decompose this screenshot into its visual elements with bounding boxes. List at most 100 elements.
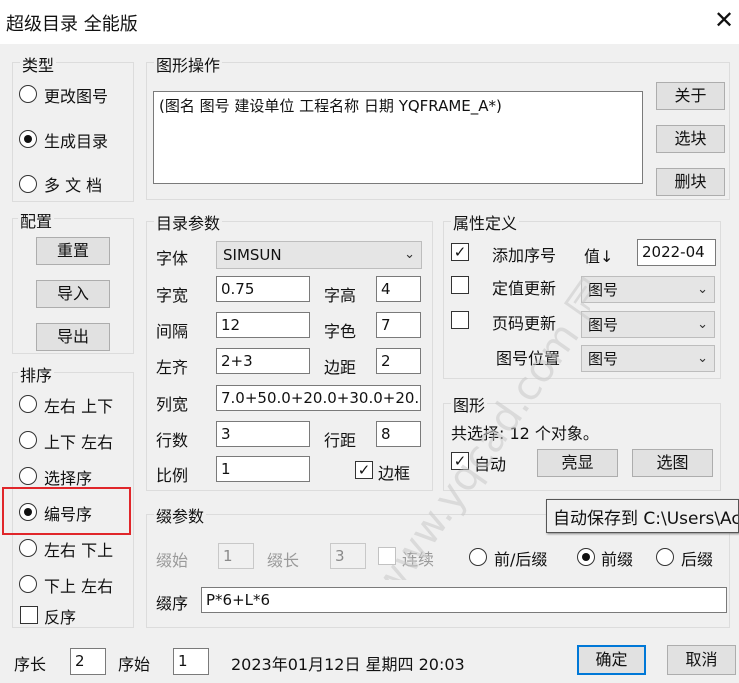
fixed-update-select[interactable]: 图号 ⌄: [581, 276, 715, 303]
left-align-label: 左齐: [156, 358, 189, 377]
add-seq-checkbox[interactable]: ✓: [451, 243, 469, 261]
column-width-input[interactable]: 7.0+50.0+20.0+30.0+20.0: [216, 385, 421, 411]
catalog-params-label: 目录参数: [154, 210, 223, 234]
datetime-text: 2023年01月12日 星期四 20:03: [231, 655, 465, 674]
reset-button[interactable]: 重置: [36, 237, 110, 265]
level-start-input[interactable]: 1: [218, 543, 254, 569]
select-drawing-button[interactable]: 选图: [632, 449, 713, 477]
border-label: 边框: [378, 464, 411, 483]
level-radio-0[interactable]: [469, 548, 487, 566]
continuous-checkbox[interactable]: [378, 547, 396, 565]
level-seq-input[interactable]: P*6+L*6: [201, 587, 727, 613]
level-option-label: 前缀: [601, 550, 634, 569]
gap-input[interactable]: 12: [216, 312, 310, 338]
chevron-down-icon: ⌄: [404, 247, 415, 262]
highlight-button[interactable]: 亮显: [537, 449, 618, 477]
add-seq-label: 添加序号: [492, 246, 557, 265]
close-icon[interactable]: ✕: [712, 8, 736, 32]
reverse-label: 反序: [44, 608, 77, 627]
text-color-input[interactable]: 7: [376, 312, 421, 338]
char-height-label: 字高: [324, 286, 357, 305]
margin-input[interactable]: 2: [376, 348, 421, 374]
cancel-button[interactable]: 取消: [667, 645, 736, 675]
drawing-pos-select[interactable]: 图号 ⌄: [581, 345, 715, 372]
import-button[interactable]: 导入: [36, 280, 110, 308]
rows-input[interactable]: 3: [216, 421, 310, 447]
config-group-label: 配置: [18, 208, 55, 232]
char-width-input[interactable]: 0.75: [216, 276, 310, 302]
sort-radio-1[interactable]: [19, 431, 37, 449]
type-group-label: 类型: [20, 52, 57, 76]
font-select[interactable]: SIMSUN ⌄: [216, 241, 422, 269]
block-filter-textarea[interactable]: (图名 图号 建设单位 工程名称 日期 YQFRAME_A*): [153, 91, 643, 184]
type-option-label: 更改图号: [44, 87, 109, 106]
sort-option-label: 下上 左右: [44, 577, 114, 596]
char-width-label: 字宽: [156, 286, 189, 305]
sort-radio-0[interactable]: [19, 395, 37, 413]
value-label: 值↓: [584, 247, 614, 266]
level-radio-2[interactable]: [656, 548, 674, 566]
drawing-pos-label: 图号位置: [496, 349, 561, 368]
highlight-box: [2, 487, 131, 535]
text-color-label: 字色: [324, 322, 357, 341]
scale-label: 比例: [156, 466, 189, 485]
font-select-value: SIMSUN: [223, 246, 282, 264]
delete-block-button[interactable]: 删块: [656, 168, 725, 196]
level-radio-1[interactable]: [577, 548, 595, 566]
page-update-checkbox[interactable]: [451, 311, 469, 329]
page-update-select[interactable]: 图号 ⌄: [581, 311, 715, 338]
fixed-update-checkbox[interactable]: [451, 276, 469, 294]
row-spacing-label: 行距: [324, 431, 357, 450]
sort-radio-2[interactable]: [19, 467, 37, 485]
reverse-checkbox[interactable]: [20, 606, 38, 624]
attr-def-label: 属性定义: [451, 210, 520, 234]
type-radio-2[interactable]: [19, 175, 37, 193]
level-option-label: 前/后缀: [494, 550, 548, 569]
graphic-group: [443, 403, 721, 491]
level-length-input[interactable]: 3: [330, 543, 366, 569]
column-width-label: 列宽: [156, 395, 189, 414]
value-input[interactable]: 2022-04: [637, 239, 716, 266]
margin-label: 边距: [324, 358, 357, 377]
drawing-pos-value: 图号: [588, 350, 619, 368]
fixed-update-label: 定值更新: [492, 279, 557, 298]
page-update-label: 页码更新: [492, 314, 557, 333]
type-radio-1[interactable]: [19, 130, 37, 148]
auto-checkbox[interactable]: ✓: [451, 452, 469, 470]
seq-start-input[interactable]: 1: [173, 648, 209, 675]
char-height-input[interactable]: 4: [376, 276, 421, 302]
chevron-down-icon: ⌄: [697, 351, 708, 366]
left-align-input[interactable]: 2+3: [216, 348, 310, 374]
rows-label: 行数: [156, 431, 189, 450]
seq-length-label: 序长: [14, 655, 47, 674]
level-params-label: 缀参数: [154, 503, 207, 527]
shape-ops-label: 图形操作: [154, 52, 223, 76]
export-button[interactable]: 导出: [36, 323, 110, 351]
border-checkbox[interactable]: ✓: [355, 461, 373, 479]
level-option-label: 后缀: [681, 550, 714, 569]
page-update-value: 图号: [588, 316, 619, 334]
row-spacing-input[interactable]: 8: [376, 421, 421, 447]
sort-option-label: 上下 左右: [44, 433, 114, 452]
sort-option-label: 左右 上下: [44, 397, 114, 416]
fixed-update-value: 图号: [588, 281, 619, 299]
sort-radio-4[interactable]: [19, 539, 37, 557]
chevron-down-icon: ⌄: [697, 317, 708, 332]
level-start-label: 缀始: [156, 551, 189, 570]
select-block-button[interactable]: 选块: [656, 125, 725, 153]
type-option-label: 生成目录: [44, 132, 109, 151]
graphic-label: 图形: [451, 392, 488, 416]
ok-button[interactable]: 确定: [577, 645, 646, 675]
autosave-tooltip: 自动保存到 C:\Users\Ac: [546, 499, 739, 533]
auto-label: 自动: [474, 455, 507, 474]
scale-input[interactable]: 1: [216, 456, 310, 482]
window-title: 超级目录 全能版: [6, 14, 138, 35]
continuous-label: 连续: [402, 550, 435, 569]
about-button[interactable]: 关于: [656, 82, 725, 110]
level-length-label: 缀长: [267, 551, 300, 570]
seq-length-input[interactable]: 2: [70, 648, 106, 675]
chevron-down-icon: ⌄: [697, 282, 708, 297]
type-radio-0[interactable]: [19, 85, 37, 103]
sort-radio-5[interactable]: [19, 575, 37, 593]
sort-option-label: 左右 下上: [44, 541, 114, 560]
